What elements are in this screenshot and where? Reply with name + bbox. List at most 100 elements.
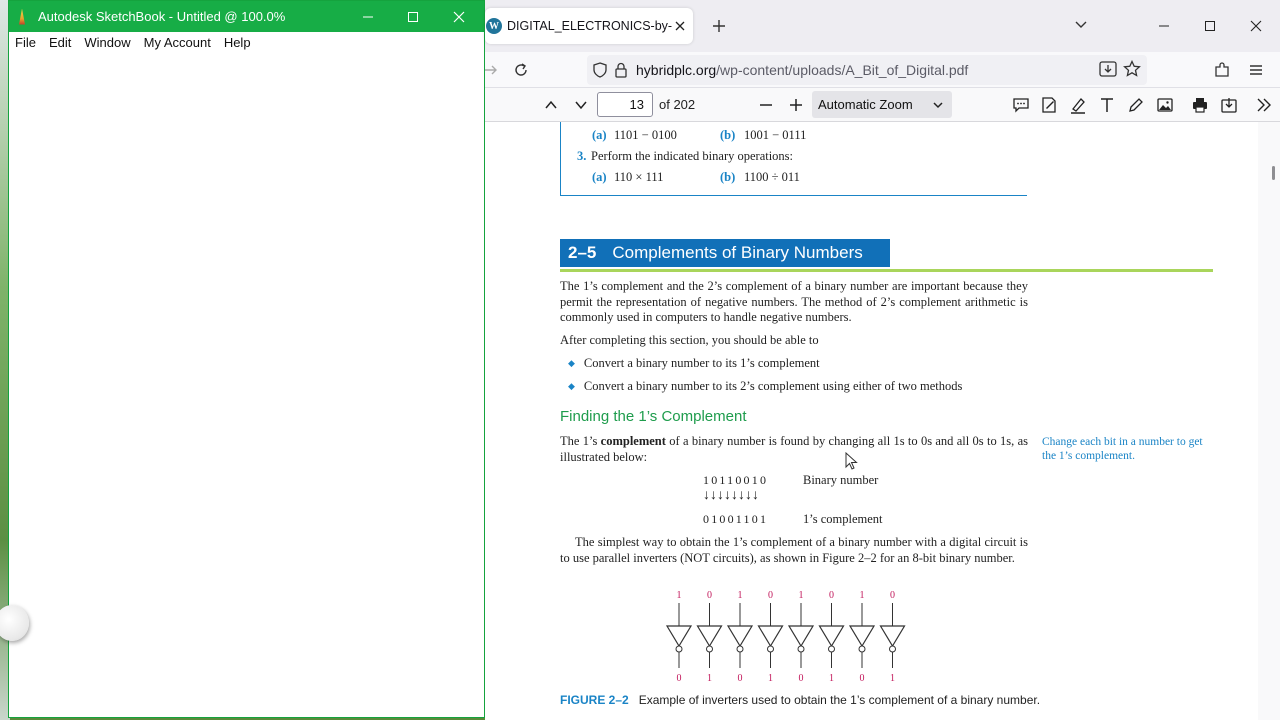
comment-icon (1013, 98, 1029, 113)
figure-input-bit: 1 (799, 590, 804, 601)
menu-file[interactable]: File (15, 35, 36, 50)
review-item-b1: 1001 − 0111 (744, 128, 807, 142)
next-page-button[interactable] (569, 93, 593, 117)
objective-text: Convert a binary number to its 2’s compl… (583, 379, 963, 393)
text-button[interactable] (1095, 93, 1119, 117)
review-label-a1: (a) (592, 128, 607, 142)
inverter-gate (696, 625, 723, 648)
zoom-out-button[interactable] (754, 93, 778, 117)
window-minimize-button[interactable] (1152, 14, 1176, 38)
inverter-bubble (706, 645, 713, 653)
close-icon (675, 21, 685, 30)
puzzle-icon (1215, 62, 1229, 77)
sketchbook-canvas[interactable] (0, 52, 484, 717)
tab-title: DIGITAL_ELECTRONICS-by-Flyo (507, 19, 673, 33)
save-button[interactable] (1217, 93, 1241, 117)
download-pdf-icon[interactable] (1099, 60, 1117, 78)
chevron-down-icon (575, 101, 587, 110)
inverter-bubble (858, 645, 866, 653)
complement-number: 01001101 (703, 512, 769, 526)
draw-button[interactable] (1124, 93, 1148, 117)
download-icon (1221, 98, 1237, 113)
inverter-bubble (736, 645, 744, 653)
pen-icon (1129, 98, 1143, 112)
extensions-button[interactable] (1210, 58, 1234, 82)
sketchbook-maximize-button[interactable] (390, 1, 436, 32)
pdf-page: (a) 1101 − 0100 (b) 1001 − 0111 3. Perfo… (485, 122, 1258, 720)
sketchbook-window: Autodesk SketchBook - Untitled @ 100.0% … (0, 0, 485, 718)
close-icon (453, 11, 465, 22)
figure-label: FIGURE 2–2 (560, 693, 629, 707)
para-text: The 1’s (560, 434, 601, 448)
lagoon-toolbar-puck[interactable] (0, 605, 29, 641)
zoom-select[interactable]: Automatic Zoom (812, 91, 952, 118)
inverter-bubble (828, 645, 835, 653)
section-title: Complements of Binary Numbers (612, 243, 863, 262)
add-image-button[interactable] (1153, 93, 1177, 117)
url-bar[interactable]: hybridplc.org/wp-content/uploads/A_Bit_o… (587, 55, 1147, 85)
plus-icon (790, 99, 802, 111)
figure-input-bit: 1 (860, 590, 865, 601)
figure-output-bit: 0 (738, 673, 743, 684)
figure-output-bit: 0 (799, 673, 804, 684)
figure-caption-text: Example of inverters used to obtain the … (638, 693, 1041, 707)
menu-my-account[interactable]: My Account (144, 35, 211, 50)
inverter-gate (848, 625, 876, 648)
application-menu-button[interactable] (1244, 58, 1268, 82)
menu-help[interactable]: Help (224, 35, 251, 50)
new-tab-button[interactable] (707, 14, 731, 38)
bullet-icon: ◆ (568, 358, 575, 368)
list-all-tabs-button[interactable] (1073, 16, 1093, 36)
objective-item: ◆ Convert a binary number to its 2’s comp… (568, 379, 962, 394)
sketchbook-minimize-button[interactable] (345, 1, 391, 32)
figure-output-bit: 1 (768, 673, 773, 684)
complement-label: 1’s complement (803, 512, 883, 526)
pdf-scrollbar-thumb[interactable] (1272, 166, 1275, 180)
menu-edit[interactable]: Edit (49, 35, 71, 50)
tab-pdf[interactable]: W DIGITAL_ELECTRONICS-by-Flyo (485, 8, 693, 44)
objective-item: ◆ Convert a binary number to its 1’s comp… (568, 356, 820, 371)
pdf-scrollbar[interactable] (1268, 122, 1280, 720)
print-button[interactable] (1188, 93, 1212, 117)
url-text[interactable]: hybridplc.org/wp-content/uploads/A_Bit_o… (636, 62, 968, 78)
tracking-protection-shield-icon[interactable] (592, 62, 608, 78)
text-icon (1101, 98, 1113, 112)
reload-button[interactable] (509, 58, 533, 82)
subheading: Finding the 1’s Complement (560, 408, 747, 425)
section-heading: 2–5 Complements of Binary Numbers (560, 239, 890, 267)
section-rule (560, 269, 1213, 272)
previous-page-button[interactable] (539, 93, 563, 117)
review-label-a2: (a) (592, 170, 607, 184)
reload-icon (515, 63, 527, 76)
review-item-a2: 110 × 111 (614, 170, 664, 184)
pdf-viewer[interactable]: (a) 1101 − 0100 (b) 1001 − 0111 3. Perfo… (485, 122, 1280, 720)
zoom-in-button[interactable] (784, 93, 808, 117)
bookmark-star-icon[interactable] (1123, 60, 1141, 78)
minus-icon (760, 104, 772, 106)
comment-button[interactable] (1009, 93, 1033, 117)
sketchbook-titlebar[interactable]: Autodesk SketchBook - Untitled @ 100.0% (9, 1, 484, 32)
figure-input-bit: 1 (677, 590, 682, 601)
tab-close-button[interactable] (675, 18, 685, 35)
menu-window[interactable]: Window (84, 35, 130, 50)
window-close-button[interactable] (1244, 14, 1268, 38)
inverter-gate (757, 625, 784, 648)
objectives-lead: After completing this section, you shoul… (560, 333, 819, 347)
page-number-input[interactable] (597, 92, 653, 117)
maximize-icon (408, 11, 418, 22)
signature-button[interactable] (1037, 93, 1061, 117)
figure-caption: FIGURE 2–2 Example of inverters used to o… (560, 693, 1040, 707)
arrow-right-icon (485, 65, 497, 75)
plus-icon (713, 20, 725, 32)
inverter-gate (818, 625, 845, 648)
tools-overflow-button[interactable] (1252, 93, 1276, 117)
window-maximize-button[interactable] (1198, 14, 1222, 38)
objective-text: Convert a binary number to its 1’s compl… (583, 356, 820, 370)
figure-input-bit: 0 (890, 590, 895, 601)
complement-paragraph: The 1’s complement of a binary number is… (560, 434, 1028, 465)
lock-icon[interactable] (614, 62, 628, 78)
review-item-b2: 1100 ÷ 011 (744, 170, 800, 184)
forward-button[interactable] (479, 58, 503, 82)
highlight-button[interactable] (1066, 93, 1090, 117)
sketchbook-close-button[interactable] (436, 1, 482, 32)
